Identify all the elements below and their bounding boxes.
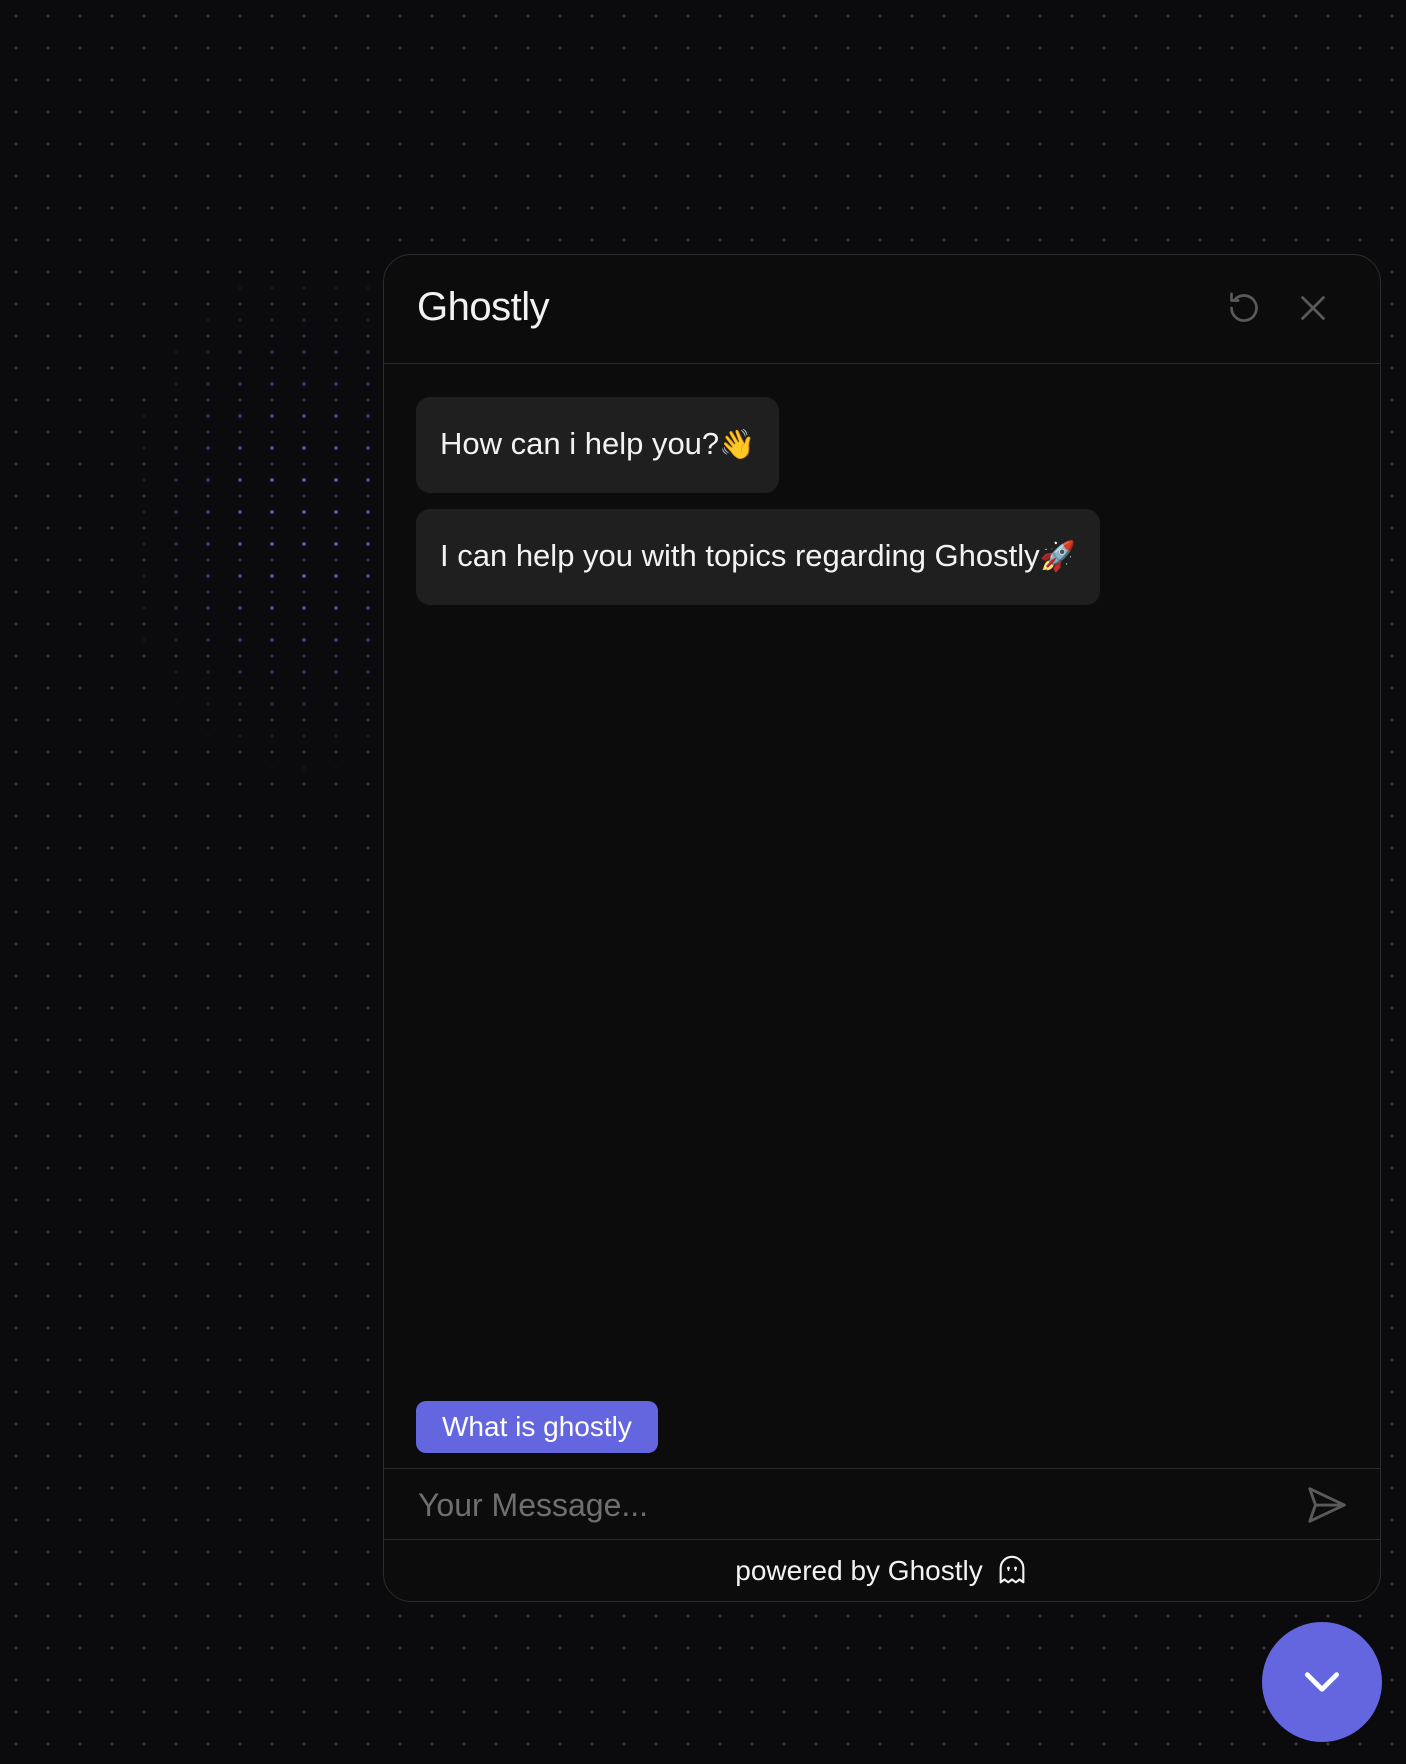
refresh-icon [1230, 292, 1258, 322]
chat-title: Ghostly [417, 285, 550, 329]
message-list: How can i help you?👋 I can help you with… [416, 397, 1348, 621]
toggle-chat-button[interactable] [1262, 1622, 1382, 1742]
page-background: Ghostly How can i help you?👋 I can help … [0, 0, 1406, 1764]
message-input[interactable] [416, 1469, 1280, 1541]
send-icon [1308, 1487, 1346, 1523]
bot-message: I can help you with topics regarding Gho… [416, 509, 1100, 605]
close-icon [1301, 296, 1325, 320]
chat-header: Ghostly [384, 255, 1380, 364]
ghost-icon [995, 1554, 1029, 1588]
send-button[interactable] [1302, 1480, 1352, 1530]
dot-pattern-glow [0, 240, 380, 800]
powered-by-footer: powered by Ghostly [384, 1540, 1380, 1601]
suggestion-chip[interactable]: What is ghostly [416, 1401, 658, 1453]
rocket-emoji: 🚀 [1039, 541, 1076, 573]
message-input-bar [384, 1468, 1380, 1541]
bot-message: How can i help you?👋 [416, 397, 780, 493]
message-text: I can help you with topics regarding Gho… [440, 538, 1040, 573]
message-text: How can i help you? [440, 426, 720, 461]
wave-emoji: 👋 [719, 429, 756, 461]
chevron-down-icon [1304, 1672, 1340, 1692]
close-chat-button[interactable] [1290, 285, 1336, 331]
footer-text: powered by Ghostly [735, 1555, 983, 1586]
chat-window: Ghostly How can i help you?👋 I can help … [383, 254, 1381, 1602]
reset-chat-button[interactable] [1221, 285, 1267, 331]
